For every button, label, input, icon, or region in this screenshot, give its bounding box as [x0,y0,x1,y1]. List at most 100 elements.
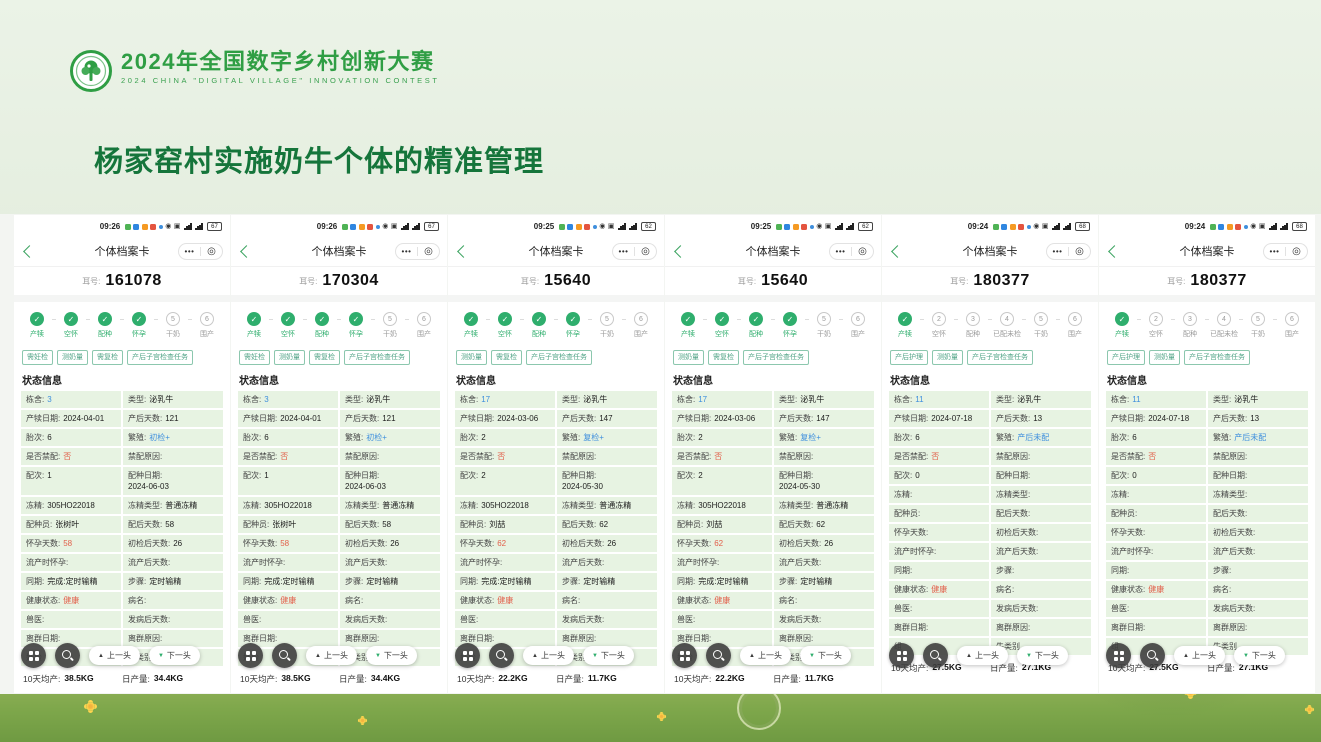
info-row: 冻精:305HO22018冻精类型:普通冻精 [238,497,440,514]
field-label: 初检后天数: [562,539,604,548]
info-row: 怀孕天数:62初检后天数:26 [455,535,657,552]
field-value: 普通冻精 [599,501,631,510]
next-cow-button[interactable]: ▼下一头 [800,646,851,665]
next-cow-button[interactable]: ▼下一头 [1017,646,1068,665]
field-label: 兽医: [460,615,478,624]
info-cell: 兽医: [21,611,121,628]
field-label: 禁配原因: [345,452,379,461]
previous-cow-button[interactable]: ▲上一头 [306,646,357,665]
menu-grid-button[interactable] [238,643,263,668]
field-label: 配次: [460,471,478,480]
more-button[interactable]: ••• [396,244,417,259]
search-button[interactable] [706,643,731,668]
field-label: 流产后天数: [128,558,170,567]
info-cell: 禁配原因: [340,448,440,465]
search-button[interactable] [272,643,297,668]
step-label: 空怀 [932,329,946,339]
info-row: 同期:完成:定时输精步骤:定时输精 [238,573,440,590]
field-label: 配种员: [26,520,52,529]
close-target-button[interactable]: ◎ [1286,244,1307,259]
more-button[interactable]: ••• [1047,244,1068,259]
info-cell: 禁配原因: [1208,448,1308,465]
info-cell: 禁配原因: [557,448,657,465]
close-target-button[interactable]: ◎ [418,244,439,259]
info-row: 兽医:发病后天数: [455,611,657,628]
info-row: 健康状态:健康病名: [21,592,223,609]
next-cow-button[interactable]: ▼下一头 [366,646,417,665]
more-button[interactable]: ••• [1264,244,1285,259]
miniprogram-capsule: •••◎ [1046,243,1091,260]
menu-grid-button[interactable] [1106,643,1131,668]
previous-cow-button[interactable]: ▲上一头 [740,646,791,665]
menu-grid-button[interactable] [455,643,480,668]
field-label: 配种员: [1111,509,1137,518]
more-button[interactable]: ••• [179,244,200,259]
field-value: 6 [264,433,268,442]
menu-grid-button[interactable] [672,643,697,668]
field-label: 病名: [345,596,363,605]
field-label: 流产后天数: [1213,547,1255,556]
info-row: 流产时怀孕:流产后天数: [455,554,657,571]
app-icon-red [1235,224,1241,230]
step-配种: ✓配种 [741,312,771,339]
status-info-grid: 栋舍:11类型:泌乳牛产犊日期:2024-07-18产后天数:13胎次:6繁殖:… [1099,391,1315,655]
previous-cow-label: 上一头 [107,650,131,661]
next-cow-button[interactable]: ▼下一头 [583,646,634,665]
task-tags: 需妊检测奶量需复检产后子宫检查任务 [14,348,230,366]
production-cell: 日产量:34.4KG [339,673,438,685]
triangle-up-icon: ▲ [532,653,538,659]
step-label: 干奶 [1034,329,1048,339]
step-围产: 6围产 [843,312,873,339]
step-check-icon: ✓ [464,312,478,326]
previous-cow-button[interactable]: ▲上一头 [1174,646,1225,665]
miniprogram-capsule: •••◎ [829,243,874,260]
signal-icon [629,223,637,230]
info-row: 产犊日期:2024-07-18产后天数:13 [1106,410,1308,427]
more-button[interactable]: ••• [613,244,634,259]
status-time: 09:25 [751,222,771,231]
field-label: 初检后天数: [1213,528,1255,537]
ear-tag-row: 耳号:180377 [882,267,1098,295]
field-value: 62 [599,520,608,529]
search-button[interactable] [1140,643,1165,668]
more-button[interactable]: ••• [830,244,851,259]
field-label: 同期: [243,577,261,586]
field-label: 繁殖: [562,433,580,442]
next-cow-button[interactable]: ▼下一头 [1234,646,1285,665]
field-label: 栋舍: [894,395,912,404]
ear-tag-number: 180377 [1190,272,1246,290]
previous-cow-label: 上一头 [324,650,348,661]
field-label: 冻精: [894,490,912,499]
field-value: 刘喆 [706,520,722,529]
field-label: 兽医: [26,615,44,624]
menu-grid-button[interactable] [21,643,46,668]
close-target-button[interactable]: ◎ [852,244,873,259]
info-row: 配次:2配种日期:2024-05-30 [672,467,874,495]
close-target-button[interactable]: ◎ [1069,244,1090,259]
search-button[interactable] [923,643,948,668]
field-label: 胎次: [1111,433,1129,442]
field-label: 配后天数: [1213,509,1247,518]
search-button[interactable] [55,643,80,668]
status-bar: 09:26◉▣67 [14,215,230,236]
field-label: 怀孕天数: [1111,528,1145,537]
close-target-button[interactable]: ◎ [201,244,222,259]
search-button[interactable] [489,643,514,668]
info-cell: 配后天数:58 [340,516,440,533]
previous-cow-button[interactable]: ▲上一头 [957,646,1008,665]
next-cow-label: 下一头 [1252,650,1276,661]
field-label: 胎次: [894,433,912,442]
previous-cow-button[interactable]: ▲上一头 [523,646,574,665]
menu-grid-button[interactable] [889,643,914,668]
close-target-button[interactable]: ◎ [635,244,656,259]
status-section-title: 状态信息 [665,366,881,391]
field-label: 流产后天数: [996,547,1038,556]
task-tag: 测奶量 [456,350,487,365]
previous-cow-button[interactable]: ▲上一头 [89,646,140,665]
field-value: 58 [382,520,391,529]
app-icon-orange [793,224,799,230]
status-section-title: 状态信息 [14,366,230,391]
info-cell: 流产后天数: [991,543,1091,560]
field-label: 离群日期: [894,623,928,632]
next-cow-button[interactable]: ▼下一头 [149,646,200,665]
